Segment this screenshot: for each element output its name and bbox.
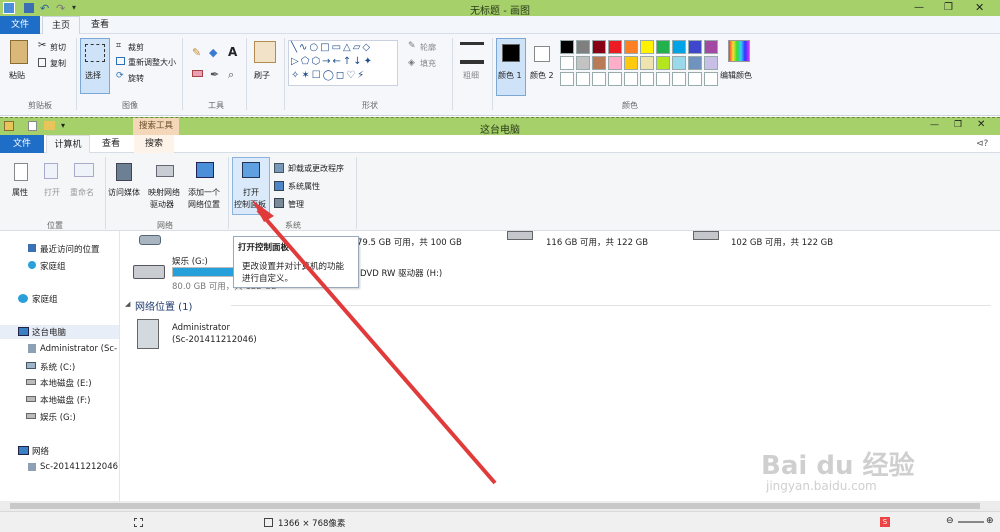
selection-size-icon bbox=[134, 518, 143, 527]
paint-status-bar: 1366 × 768像素 S ⊖ ⊕ bbox=[0, 511, 1000, 532]
arrow-head bbox=[252, 200, 274, 222]
zoom-slider[interactable] bbox=[958, 521, 984, 523]
zoom-in-icon[interactable]: ⊕ bbox=[986, 516, 994, 526]
ime-icon: S bbox=[880, 517, 890, 527]
zoom-out-icon[interactable]: ⊖ bbox=[946, 516, 954, 526]
canvas-size-icon bbox=[264, 518, 273, 527]
red-arrow-annotation bbox=[252, 200, 497, 485]
horizontal-scrollbar[interactable] bbox=[0, 501, 1000, 511]
arrow-shaft bbox=[256, 208, 497, 485]
scrollbar-thumb[interactable] bbox=[10, 503, 980, 509]
canvas-dimensions: 1366 × 768像素 bbox=[278, 519, 346, 529]
